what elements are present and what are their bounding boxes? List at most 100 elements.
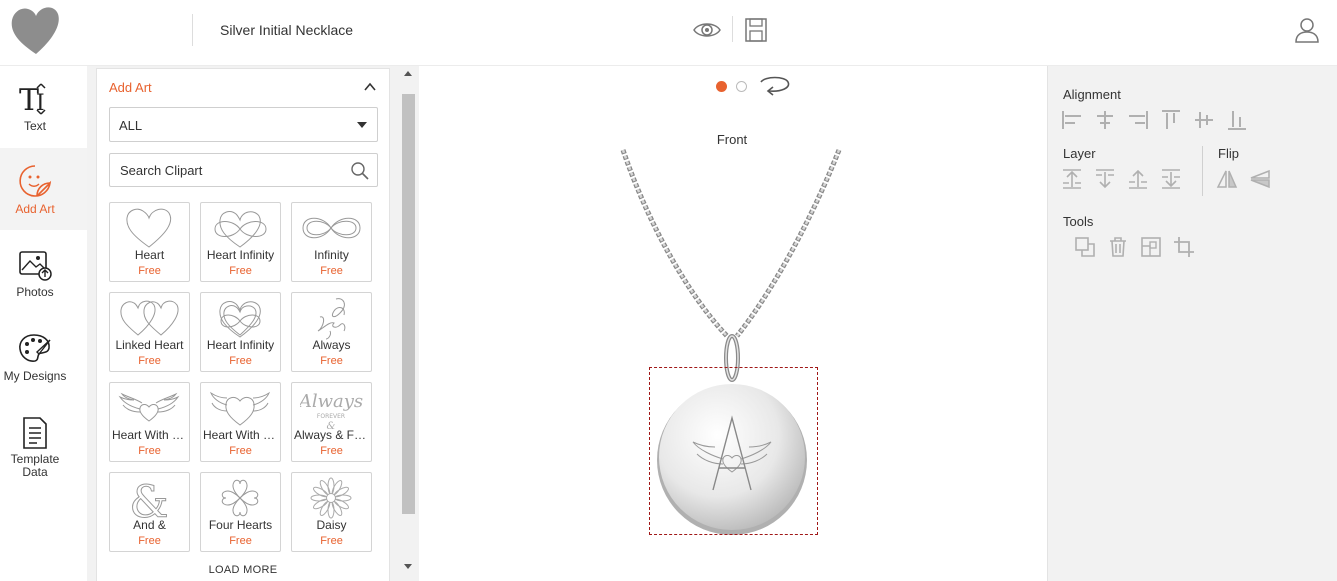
tile-name: Heart <box>134 248 165 262</box>
selected-element-bounding-box[interactable] <box>649 367 818 535</box>
palette-icon <box>19 334 51 362</box>
heart-infinity-knot-art-icon <box>219 301 261 338</box>
properties-panel: Alignment Layer Flip Tools <box>1047 66 1337 581</box>
save-icon[interactable] <box>744 17 768 43</box>
rail-item-photos[interactable]: Photos <box>0 232 87 314</box>
chevron-up-icon[interactable] <box>363 81 377 93</box>
photo-upload-icon <box>19 251 52 281</box>
heart-logo-icon[interactable] <box>10 6 62 56</box>
align-left-icon[interactable] <box>1061 109 1083 131</box>
align-center-horizontal-icon[interactable] <box>1094 109 1116 131</box>
always-script-art-icon <box>317 298 346 340</box>
send-backward-icon[interactable] <box>1160 168 1182 190</box>
tile-price: Free <box>229 535 252 547</box>
search-icon[interactable] <box>350 161 370 181</box>
flip-vertical-icon[interactable] <box>1249 168 1271 190</box>
document-icon <box>23 417 47 449</box>
clipart-tile[interactable]: Heart With Wings Free <box>109 382 190 462</box>
scroll-up-arrow-icon[interactable] <box>404 71 412 76</box>
rotate-icon[interactable] <box>755 74 793 96</box>
resize-frame-icon[interactable] <box>1140 236 1162 258</box>
trash-icon[interactable] <box>1107 236 1129 258</box>
align-bottom-icon[interactable] <box>1226 109 1248 131</box>
send-to-back-icon[interactable] <box>1094 168 1116 190</box>
product-title: Silver Initial Necklace <box>220 22 354 38</box>
tile-price: Free <box>320 535 343 547</box>
rail-item-my-designs[interactable]: My Designs <box>0 316 87 398</box>
rail-label: Add Art <box>15 202 55 216</box>
section-divider <box>1202 146 1203 196</box>
clipart-tile[interactable]: Heart Infinity Free <box>200 202 281 282</box>
user-icon[interactable] <box>1294 16 1320 44</box>
always-forever-art-icon: Always FOREVER & <box>300 391 363 431</box>
header-divider <box>732 16 733 42</box>
heart-art-icon <box>126 208 172 248</box>
clipart-search-input[interactable] <box>110 154 344 186</box>
load-more-button[interactable]: LOAD MORE <box>97 564 389 576</box>
tile-price: Free <box>138 535 161 547</box>
align-top-icon[interactable] <box>1160 109 1182 131</box>
tools-label: Tools <box>1063 214 1094 229</box>
tile-price: Free <box>138 445 161 457</box>
tile-name: Daisy <box>316 518 347 532</box>
tile-price: Free <box>138 355 161 367</box>
align-right-icon[interactable] <box>1127 109 1149 131</box>
category-selected-value: ALL <box>119 118 143 133</box>
rail-label: Photos <box>16 285 54 299</box>
bring-to-front-icon[interactable] <box>1061 168 1083 190</box>
page-dot-front[interactable] <box>716 81 727 92</box>
clipart-tile[interactable]: & And & Free <box>109 472 190 552</box>
infinity-art-icon <box>302 217 361 239</box>
tile-name: Always <box>312 338 351 352</box>
four-hearts-art-icon <box>221 479 259 517</box>
tile-price: Free <box>320 265 343 277</box>
panel-title: Add Art <box>109 80 152 95</box>
linked-hearts-art-icon <box>120 300 179 336</box>
crop-icon[interactable] <box>1173 236 1195 258</box>
clipart-tile[interactable]: Daisy Free <box>291 472 372 552</box>
rail-label: My Designs <box>3 369 67 383</box>
bring-forward-icon[interactable] <box>1127 168 1149 190</box>
page-dot-back[interactable] <box>736 81 747 92</box>
alignment-label: Alignment <box>1063 87 1121 102</box>
rail-item-template-data[interactable]: Template Data <box>0 400 87 482</box>
flip-horizontal-icon[interactable] <box>1216 168 1238 190</box>
caret-down-icon <box>357 122 367 128</box>
rail-item-text[interactable]: T I Text <box>0 66 87 148</box>
align-center-vertical-icon[interactable] <box>1193 109 1215 131</box>
add-art-panel: Add Art ALL Heart Free Heart Infinity <box>96 68 390 581</box>
text-icon: T I <box>19 83 46 116</box>
tile-name: Linked Heart <box>115 338 184 352</box>
tile-name: Four Hearts <box>208 518 273 532</box>
clipart-tile[interactable]: Always Free <box>291 292 372 372</box>
tile-name: And & <box>133 518 166 532</box>
eye-icon[interactable] <box>692 18 722 42</box>
tile-name: Infinity <box>314 248 349 262</box>
clipart-tile[interactable]: Heart With Wings Free <box>200 382 281 462</box>
header-divider <box>192 14 193 46</box>
design-canvas: Front <box>419 66 1047 581</box>
duplicate-icon[interactable] <box>1074 236 1096 258</box>
clipart-tile[interactable]: Heart Infinity Free <box>200 292 281 372</box>
rail-label: Text <box>23 119 46 133</box>
rail-label: Template Data <box>10 452 60 479</box>
clipart-tile[interactable]: Four Hearts Free <box>200 472 281 552</box>
rail-item-add-art[interactable]: Add Art <box>0 148 87 230</box>
clipart-tile[interactable]: Infinity Free <box>291 202 372 282</box>
tile-name: Heart With Wings <box>203 428 278 442</box>
top-bar: Silver Initial Necklace <box>0 0 1337 66</box>
scroll-down-arrow-icon[interactable] <box>404 564 412 569</box>
daisy-art-icon <box>310 477 352 519</box>
clipart-tile[interactable]: Linked Heart Free <box>109 292 190 372</box>
tile-price: Free <box>229 445 252 457</box>
scrollbar-thumb[interactable] <box>402 94 415 514</box>
clipart-tile[interactable]: Heart Free <box>109 202 190 282</box>
side-label: Front <box>716 132 748 147</box>
sticker-icon <box>19 165 52 197</box>
search-box <box>109 153 378 187</box>
tile-name: Always & Forever <box>294 428 369 442</box>
clipart-tile[interactable]: Always FOREVER & Always & Forever Free <box>291 382 372 462</box>
category-select[interactable]: ALL <box>109 107 378 142</box>
tile-price: Free <box>138 265 161 277</box>
ampersand-art-icon: & <box>129 477 169 522</box>
